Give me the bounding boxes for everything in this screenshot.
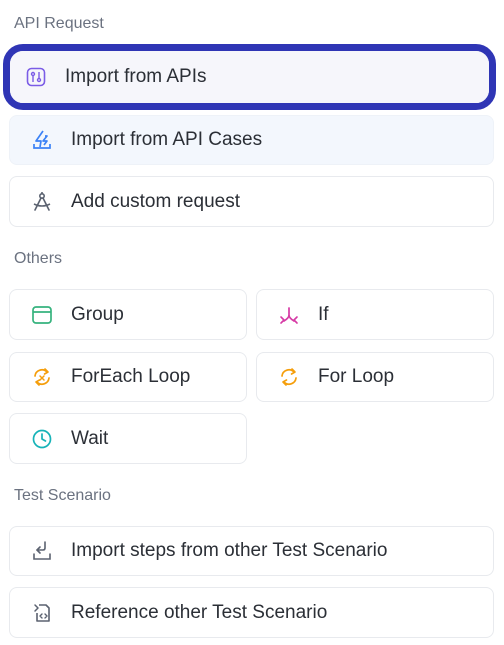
- add-custom-request-label: Add custom request: [71, 190, 240, 212]
- section-title-api-request: API Request: [14, 15, 104, 32]
- clock-icon: [31, 428, 53, 450]
- group-box-icon: [31, 304, 53, 326]
- section-title-test-scenario: Test Scenario: [14, 487, 111, 504]
- lightning-import-icon: [31, 129, 53, 151]
- foreach-loop-icon: [31, 366, 53, 388]
- compass-icon: [31, 191, 53, 213]
- import-from-apis-label: Import from APIs: [65, 66, 207, 87]
- wait-button[interactable]: Wait: [9, 413, 247, 464]
- loop-icon: [278, 366, 300, 388]
- import-steps-button[interactable]: Import steps from other Test Scenario: [9, 526, 494, 576]
- reference-doc-icon: [31, 602, 53, 624]
- import-steps-icon: [31, 540, 53, 562]
- foreach-loop-button[interactable]: ForEach Loop: [9, 352, 247, 402]
- reference-test-scenario-button[interactable]: Reference other Test Scenario: [9, 587, 494, 638]
- foreach-loop-label: ForEach Loop: [71, 366, 191, 387]
- import-from-api-cases-button[interactable]: Import from API Cases: [9, 115, 494, 165]
- for-loop-button[interactable]: For Loop: [256, 352, 494, 402]
- group-label: Group: [71, 303, 124, 325]
- wait-label: Wait: [71, 427, 109, 449]
- if-label: If: [318, 303, 329, 325]
- section-title-others: Others: [14, 250, 63, 267]
- for-loop-label: For Loop: [318, 366, 395, 387]
- reference-test-scenario-label: Reference other Test Scenario: [71, 601, 328, 623]
- branch-icon: [278, 304, 300, 326]
- add-custom-request-button[interactable]: Add custom request: [9, 176, 494, 227]
- import-from-apis-button[interactable]: Import from APIs: [3, 44, 496, 110]
- group-button[interactable]: Group: [9, 289, 247, 340]
- import-steps-label: Import steps from other Test Scenario: [71, 540, 388, 561]
- if-button[interactable]: If: [256, 289, 494, 340]
- import-from-api-cases-label: Import from API Cases: [71, 129, 263, 150]
- api-import-icon: [25, 66, 47, 88]
